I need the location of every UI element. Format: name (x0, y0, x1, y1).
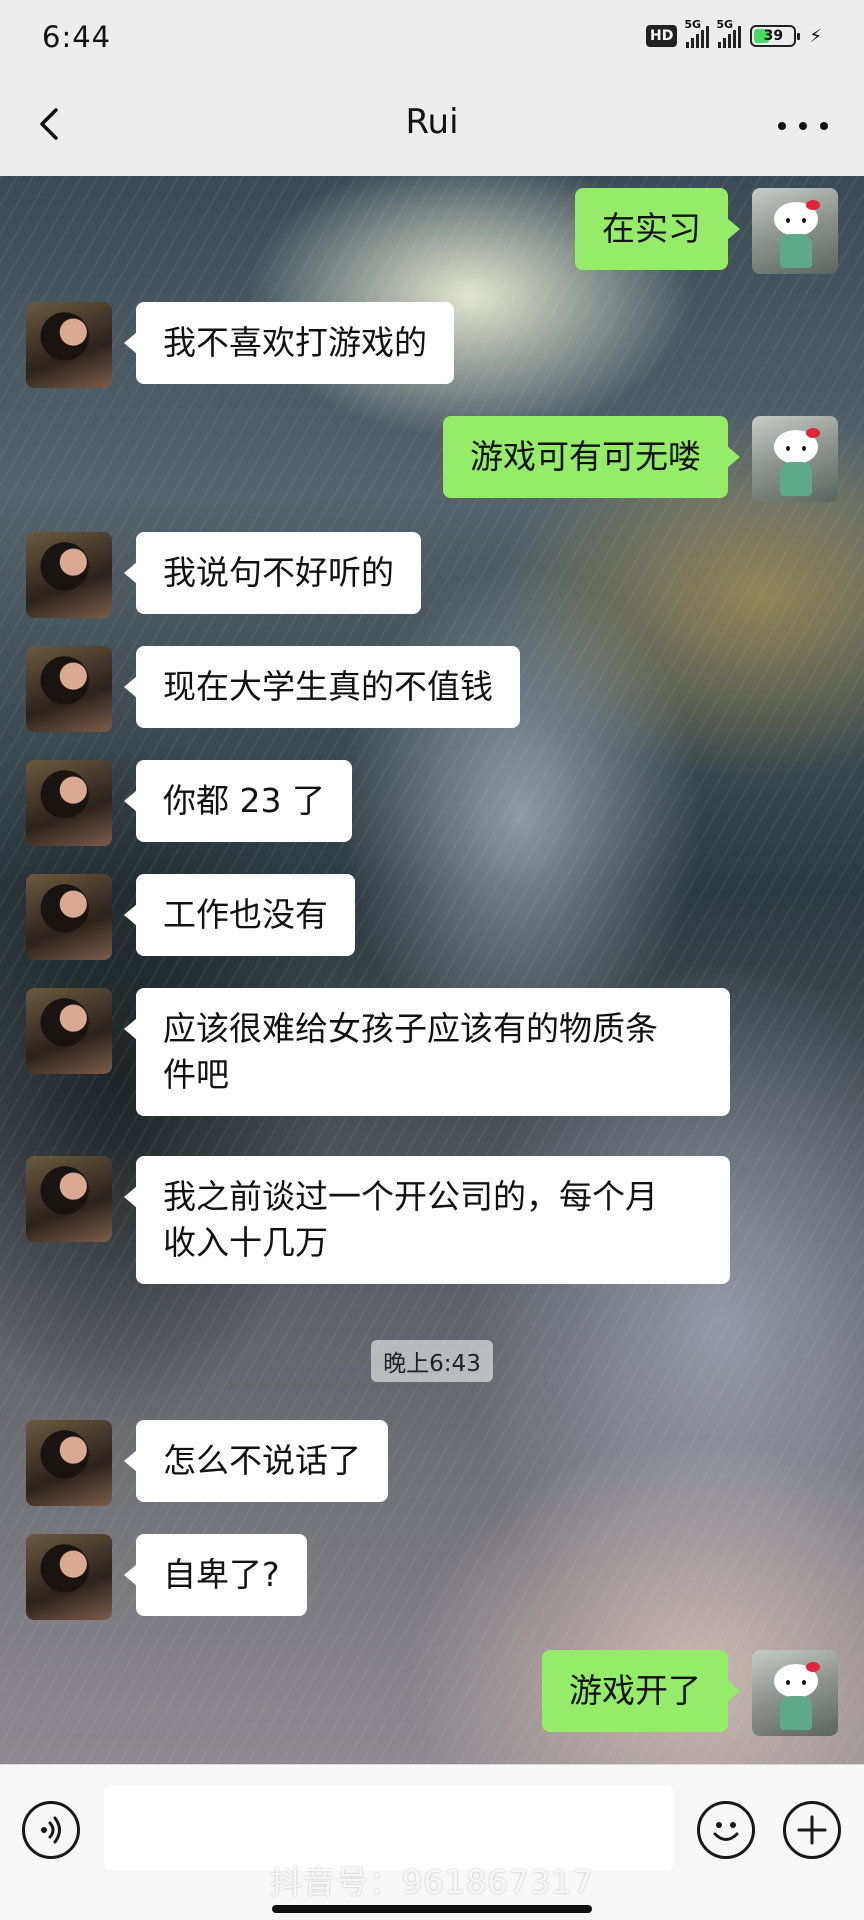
contact-avatar[interactable] (26, 646, 112, 732)
message-bubble-in[interactable]: 怎么不说话了 (124, 1420, 388, 1502)
message-bubble-in[interactable]: 应该很难给女孩子应该有的物质条 件吧 (124, 988, 730, 1116)
home-indicator[interactable] (272, 1905, 592, 1913)
message-bubble-in[interactable]: 你都 23 了 (124, 760, 352, 842)
message-bubble-in[interactable]: 现在大学生真的不值钱 (124, 646, 520, 728)
input-bar: 抖音号：961867317 (0, 1764, 864, 1920)
signal-label: 5G (684, 18, 702, 31)
status-icons: HD 5G 5G 39 ⚡ (646, 18, 822, 48)
contact-avatar[interactable] (26, 1420, 112, 1506)
contact-avatar[interactable] (26, 988, 112, 1074)
status-bar: 6:44 HD 5G 5G 39 ⚡ (0, 0, 864, 76)
my-avatar[interactable] (752, 1650, 838, 1736)
message-bubble-in[interactable]: 工作也没有 (124, 874, 355, 956)
battery-icon: 39 (750, 25, 801, 47)
message-bubble-out[interactable]: 在实习 (575, 188, 740, 270)
message-bubble-out[interactable]: 游戏可有可无喽 (443, 416, 740, 498)
plus-button[interactable] (783, 1801, 841, 1859)
my-avatar[interactable] (752, 188, 838, 274)
contact-avatar[interactable] (26, 874, 112, 960)
message-line: 应该很难给女孩子应该有的物质条 (163, 1009, 658, 1048)
contact-avatar[interactable] (26, 760, 112, 846)
message-line: 我之前谈过一个开公司的，每个月 (163, 1177, 658, 1216)
status-time: 6:44 (42, 20, 112, 54)
voice-button[interactable] (22, 1801, 80, 1859)
message-bubble-in[interactable]: 我说句不好听的 (124, 532, 421, 614)
watermark: 抖音号：961867317 (269, 1863, 595, 1901)
chat-header: Rui (0, 76, 864, 177)
message-line: 件吧 (163, 1055, 229, 1094)
charging-icon: ⚡ (809, 25, 822, 47)
message-bubble-in[interactable]: 我之前谈过一个开公司的，每个月 收入十几万 (124, 1156, 730, 1284)
battery-percent: 39 (763, 28, 784, 44)
chat-area[interactable]: 在实习 我不喜欢打游戏的 游戏可有可无喽 我说句不好听的 现在大学生真的不值钱 … (0, 176, 864, 1764)
my-avatar[interactable] (752, 416, 838, 502)
emoji-icon (713, 1822, 739, 1841)
timestamp-label: 晚上6:43 (371, 1340, 493, 1382)
voice-icon (41, 1816, 61, 1844)
message-timestamp: 晚上6:43 (0, 1340, 864, 1382)
plus-icon (797, 1815, 827, 1845)
contact-avatar[interactable] (26, 1156, 112, 1242)
hd-badge: HD (646, 25, 678, 47)
contact-avatar[interactable] (26, 532, 112, 618)
more-dots-icon (778, 122, 786, 130)
message-bubble-in[interactable]: 自卑了? (124, 1534, 307, 1616)
contact-avatar[interactable] (26, 302, 112, 388)
more-button[interactable] (778, 106, 828, 146)
message-bubble-out[interactable]: 游戏开了 (542, 1650, 740, 1732)
contact-avatar[interactable] (26, 1534, 112, 1620)
chat-title: Rui (405, 102, 459, 142)
message-bubble-in[interactable]: 我不喜欢打游戏的 (124, 302, 454, 384)
signal-icon: 5G (684, 18, 710, 48)
signal-icon-secondary: 5G (716, 18, 742, 48)
chat-screen: 6:44 HD 5G 5G 39 ⚡ Rui 在实习 我不喜欢打游戏的 游戏可有… (0, 0, 864, 1920)
emoji-button[interactable] (697, 1801, 755, 1859)
message-line: 收入十几万 (163, 1223, 328, 1262)
signal-label-secondary: 5G (716, 18, 734, 31)
